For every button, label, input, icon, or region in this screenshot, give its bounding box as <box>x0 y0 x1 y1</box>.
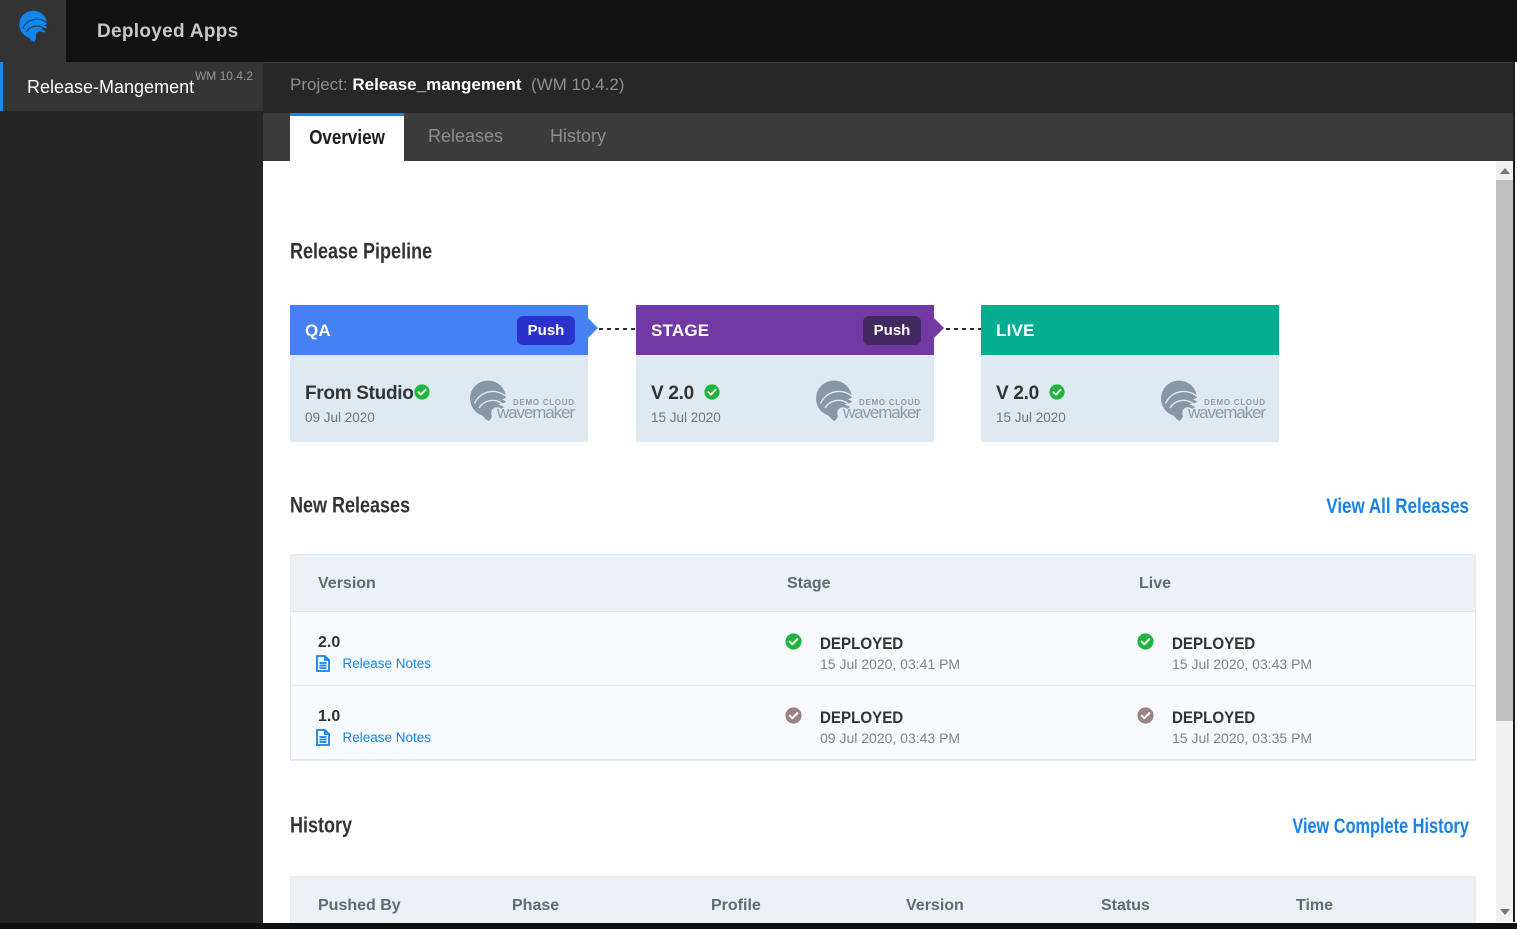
svg-text:wavemaker: wavemaker <box>842 403 921 422</box>
svg-text:wavemaker: wavemaker <box>1187 403 1266 422</box>
svg-text:wavemaker: wavemaker <box>496 403 575 422</box>
